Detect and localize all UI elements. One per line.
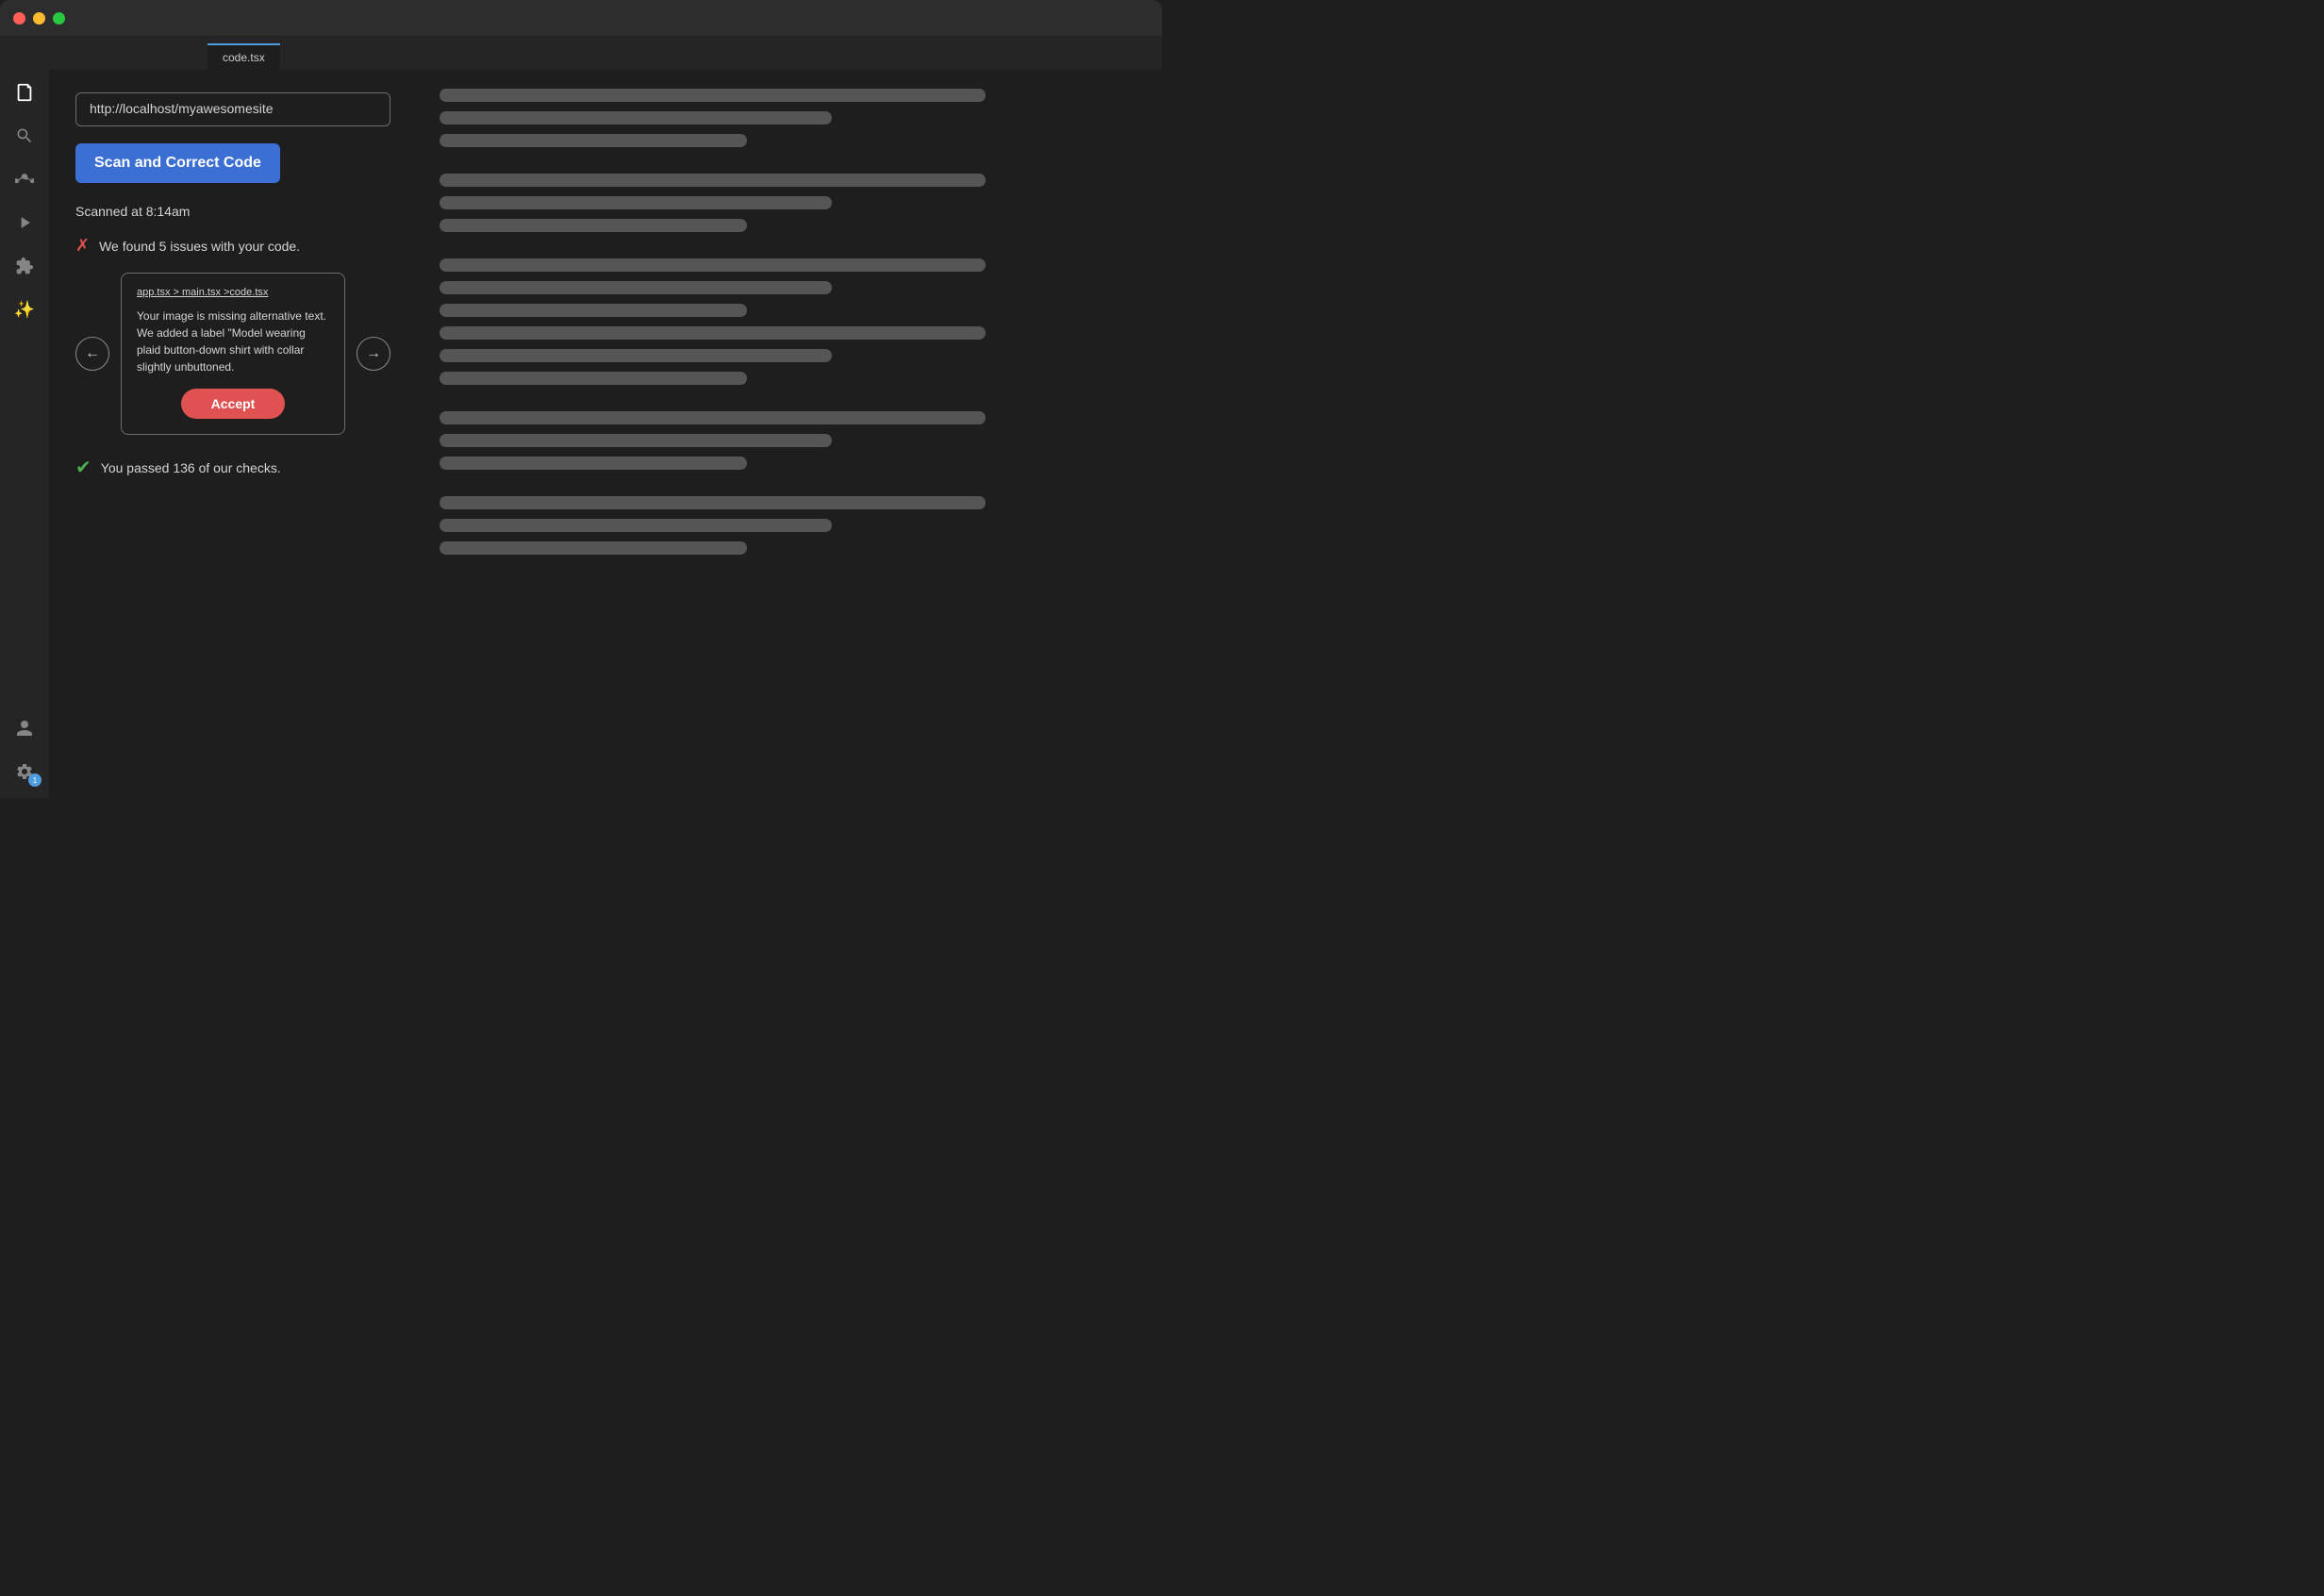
code-line [440,457,747,470]
settings-badge-wrapper: 1 [11,758,38,785]
code-line [440,219,747,232]
maximize-button[interactable] [53,12,65,25]
run-debug-icon[interactable] [11,209,38,236]
code-line [440,411,986,424]
passed-text: You passed 136 of our checks. [101,460,281,475]
issue-breadcrumb[interactable]: app.tsx > main.tsx >code.tsx [137,287,329,298]
code-line [440,304,747,317]
close-button[interactable] [13,12,25,25]
main-layout: ✨ 1 Scan and Correct Cod [0,70,1162,798]
search-icon[interactable] [11,123,38,149]
scan-button[interactable]: Scan and Correct Code [75,143,280,183]
error-icon: ✗ [75,236,90,256]
extensions-icon[interactable] [11,253,38,279]
source-control-icon[interactable] [11,166,38,192]
passed-row: ✔ You passed 136 of our checks. [75,456,390,479]
code-panel [417,70,1162,798]
settings-badge: 1 [28,773,42,787]
issues-text: We found 5 issues with your code. [99,239,300,254]
prev-issue-button[interactable]: ← [75,337,109,371]
tab-code-tsx[interactable]: code.tsx [208,43,280,70]
code-line [440,196,832,209]
magic-icon[interactable]: ✨ [11,296,38,323]
tabbar: code.tsx [0,36,1162,70]
accept-button[interactable]: Accept [181,389,286,419]
account-icon[interactable] [11,715,38,741]
activity-bar: ✨ 1 [0,70,49,798]
issue-card: app.tsx > main.tsx >code.tsx Your image … [121,273,345,435]
url-input[interactable] [90,101,376,116]
issues-row: ✗ We found 5 issues with your code. [75,236,390,256]
code-line [440,519,832,532]
code-line [440,326,986,340]
scanned-at-label: Scanned at 8:14am [75,204,390,219]
code-line [440,281,832,294]
minimize-button[interactable] [33,12,45,25]
url-input-wrapper[interactable] [75,92,390,126]
left-panel: Scan and Correct Code Scanned at 8:14am … [49,70,417,798]
next-issue-button[interactable]: → [357,337,390,371]
code-line [440,89,986,102]
code-line [440,111,832,125]
code-line [440,496,986,509]
code-line [440,174,986,187]
titlebar [0,0,1162,36]
issue-description: Your image is missing alternative text. … [137,308,329,375]
code-line [440,541,747,555]
code-line [440,372,747,385]
code-line [440,258,986,272]
code-line [440,134,747,147]
activity-bar-bottom: 1 [11,715,38,798]
issue-card-section: ← app.tsx > main.tsx >code.tsx Your imag… [75,273,390,435]
files-icon[interactable] [11,79,38,106]
code-line [440,349,832,362]
code-line [440,434,832,447]
checkmark-icon: ✔ [75,456,91,479]
